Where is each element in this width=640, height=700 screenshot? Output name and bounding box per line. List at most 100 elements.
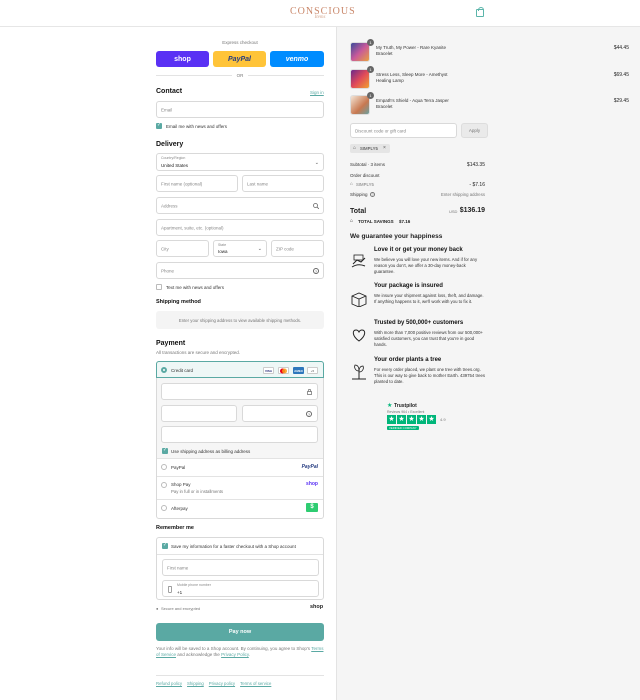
phone-placeholder: Phone [161,268,175,273]
first-name-field[interactable]: First name (optional) [156,175,238,192]
discount-tag-code: SIMPLY5 [360,146,378,151]
shop-first-name-field[interactable]: First name [162,559,319,576]
trustpilot-badge: VERIFIED COMPANY [387,426,419,430]
expiration-field[interactable] [161,405,237,422]
shop-pay-sub: Pay in full or in installments [171,489,224,494]
footer-link-terms[interactable]: Terms of service [240,681,271,686]
shop-pay-label: shop [174,55,191,63]
news-checkbox[interactable] [156,122,162,129]
product-price: $44.45 [613,45,629,51]
state-select[interactable]: State Iowa ⌄ [213,240,267,257]
privacy-link[interactable]: Privacy Policy [221,652,249,657]
shipping-method-box: Enter your shipping address to view avai… [156,311,324,329]
mobile-icon [168,586,172,593]
logo[interactable]: CONSCIOUS Items [290,6,355,20]
trustpilot-score: 4.9 [440,417,446,422]
shop-pay-button[interactable]: shop [156,51,209,67]
product-name: Empath's Shield - Aqua Terra Jasper Brac… [376,98,449,109]
guarantee-item-title: Your package is insured [374,283,443,289]
trustpilot-widget[interactable]: ★ Trustpilot Reviews 964 • Excellent ★ ★… [387,402,457,434]
zip-placeholder: ZIP code [276,246,294,251]
remember-me-title: Remember me [156,525,194,531]
billing-checkbox[interactable] [162,447,168,454]
guarantee-item-text: We insure your shipment against loss, th… [374,293,484,304]
last-name-placeholder: Last name [247,181,269,186]
shop-first-name-placeholder: First name [167,565,189,570]
remember-me-box: Save my information for a faster checkou… [156,537,324,600]
trustpilot-stars: ★ ★ ★ ★ ★ [387,415,436,424]
legal-text-1: Your info will be saved to a Shop accoun… [156,646,311,651]
order-discount-label: Order discount [350,173,380,178]
city-field[interactable]: City [156,240,209,257]
close-icon[interactable]: × [383,145,386,151]
subtotal-label: Subtotal · 3 items [350,162,386,167]
help-icon[interactable]: ? [306,411,312,417]
discount-value: - $7.16 [469,182,485,188]
help-icon[interactable]: ? [370,192,375,197]
paypal-button[interactable]: PayPal [213,51,266,67]
discount-code-field[interactable]: Discount code or gift card [350,123,457,138]
package-icon [351,292,367,307]
guarantee-item-title: Your order plants a tree [374,357,442,363]
shop-pay-option[interactable]: Shop Pay Pay in full or in installments … [157,477,323,499]
shop-pay-radio[interactable] [161,482,167,488]
phone-field[interactable]: Phone ? [156,262,324,279]
last-name-field[interactable]: Last name [242,175,324,192]
star-icon: ★ [417,415,426,424]
more-cards-badge: +5 [307,367,318,374]
subtotal-value: $143.35 [466,162,485,168]
quantity-badge: 1 [367,92,374,99]
product-price: $29.45 [613,98,629,104]
chevron-down-icon: ⌄ [314,160,319,166]
credit-card-option[interactable]: Credit card VISA AMEX +5 [156,361,324,378]
sign-in-link[interactable]: Sign in [310,90,324,95]
help-icon[interactable]: ? [313,268,319,274]
footer-link-privacy[interactable]: Privacy policy [209,681,235,686]
discount-tag: ⌂ SIMPLY5 × [350,144,390,153]
afterpay-option[interactable]: Afterpay $ [157,500,323,517]
card-number-field[interactable] [161,383,318,400]
product-thumbnail [350,69,370,89]
email-field[interactable]: Email [156,101,324,118]
trustpilot-star-icon: ★ [387,403,393,409]
apply-button[interactable]: Apply [461,123,488,138]
secure-label: Secure and encrypted [161,606,201,611]
shipping-method-title: Shipping method [156,299,201,305]
tag-icon: ⌂ [350,218,354,224]
shopping-bag-icon[interactable] [476,7,484,17]
footer-link-shipping[interactable]: Shipping [187,681,204,686]
apartment-field[interactable]: Apartment, suite, etc. (optional) [156,219,324,236]
footer-links: Refund policy Shipping Privacy policy Te… [156,681,271,686]
security-code-field[interactable]: ? [242,405,318,422]
credit-card-label: Credit card [171,368,194,373]
delivery-title: Delivery [156,141,184,148]
pay-now-button[interactable]: Pay now [156,623,324,641]
state-value: Iowa [218,249,228,254]
save-info-checkbox[interactable] [162,542,168,549]
trustpilot-reviews: Reviews 964 • Excellent [387,410,425,414]
legal-text-2: and acknowledge the [177,652,220,657]
heart-hands-icon [352,329,366,342]
guarantee-item-title: Love it or get your money back [374,247,463,253]
paypal-option[interactable]: PayPal PayPal [157,459,323,476]
country-select[interactable]: Country/Region United States ⌄ [156,153,324,171]
mobile-value: +1 [177,590,183,595]
zip-field[interactable]: ZIP code [271,240,324,257]
credit-card-radio[interactable] [161,367,167,373]
guarantee-item-text: For every order placed, we plant one tre… [374,367,486,384]
address-placeholder: Address [161,203,178,208]
venmo-button[interactable]: venmo [270,51,324,67]
tag-icon: ⌂ [353,145,357,151]
afterpay-radio[interactable] [161,505,167,511]
mobile-phone-field[interactable]: Mobile phone number +1 [162,580,319,597]
trustpilot-logo: Trustpilot [394,403,417,409]
footer-link-refund[interactable]: Refund policy [156,681,182,686]
text-checkbox[interactable] [156,284,162,290]
address-field[interactable]: Address [156,197,324,214]
paypal-label: PayPal [228,55,251,63]
name-on-card-field[interactable] [161,426,318,443]
plant-tree-icon [352,364,366,380]
star-icon: ★ [407,415,416,424]
paypal-radio[interactable] [161,464,167,470]
first-name-placeholder: First name (optional) [161,181,203,186]
